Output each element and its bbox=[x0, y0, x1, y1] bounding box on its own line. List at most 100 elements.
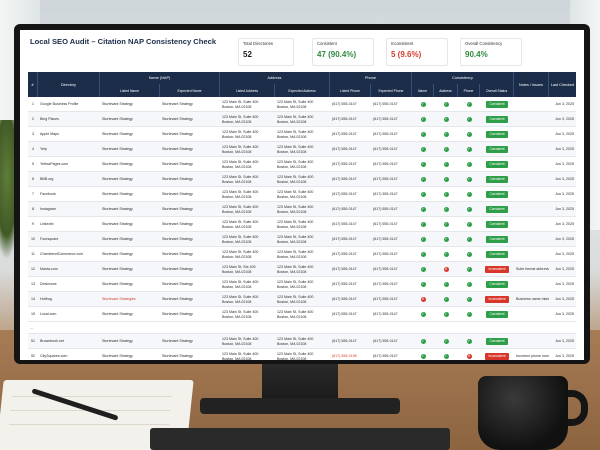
cell-cn: ✓ bbox=[412, 202, 434, 217]
cell-text: Jun 3, 2025 bbox=[555, 297, 574, 302]
cell-ca: ✓ bbox=[434, 202, 458, 217]
header-number[interactable]: # bbox=[28, 72, 38, 97]
cell-text: 123 Main St, Suite 400 Boston, MA 02108 bbox=[222, 190, 259, 199]
cell-lp: (617) 555-0147 bbox=[332, 307, 371, 322]
header-directory[interactable]: Directory bbox=[38, 72, 100, 97]
check-icon: ✓ bbox=[420, 147, 426, 152]
cell-ep: (617) 555-0147 bbox=[373, 172, 412, 187]
cell-dir: Bing Places bbox=[40, 112, 100, 127]
cell-text: (617) 555-0147 bbox=[373, 267, 398, 272]
table-row[interactable]: 11 ChamberofCommerce.com Sturtevant Strate… bbox=[28, 247, 576, 262]
cell-notes: Suite format abbreviated bbox=[516, 262, 549, 277]
check-icon: ✓ bbox=[466, 132, 472, 137]
status-badge: Consistent bbox=[486, 101, 508, 108]
table-row[interactable]: 14 Hotfrog Sturtevant Strategies Sturtevant… bbox=[28, 292, 576, 307]
cell-text: Sturtevant Strategy bbox=[102, 147, 133, 152]
check-icon: ✓ bbox=[420, 177, 426, 182]
cell-text: 123 Main St, Suite 400 Boston, MA 02108 bbox=[222, 220, 259, 229]
header-expected-name[interactable]: Expected Name bbox=[160, 84, 220, 97]
card-label: Overall Consistency bbox=[465, 41, 503, 46]
check-icon: ✓ bbox=[443, 207, 449, 212]
check-icon: ✓ bbox=[443, 354, 449, 359]
cell-la: 123 Main St, Ste 400 Boston, MA 02108 bbox=[222, 262, 275, 277]
table-row[interactable]: 9 LinkedIn Sturtevant Strategy Sturtevant S… bbox=[28, 217, 576, 232]
cell-text: Facebook bbox=[40, 192, 56, 197]
header-overall-status[interactable]: Overall Status bbox=[480, 84, 514, 97]
cell-n: 14 bbox=[28, 292, 38, 307]
check-icon: ✓ bbox=[420, 339, 426, 344]
cell-n: 7 bbox=[28, 187, 38, 202]
cell-ep: (617) 555-0147 bbox=[373, 112, 412, 127]
cell-text: 123 Main St, Suite 400 Boston, MA 02108 bbox=[277, 175, 314, 184]
table-row[interactable]: 6 BBB.org Sturtevant Strategy Sturtevant St… bbox=[28, 172, 576, 187]
cell-lp: (617) 555-0147 bbox=[332, 247, 371, 262]
header-consistency-address[interactable]: Address bbox=[434, 84, 458, 97]
cell-text: LinkedIn bbox=[40, 222, 54, 227]
header-listed-name[interactable]: Listed Name bbox=[100, 84, 160, 97]
table-row[interactable]: 52 CitySquares.com Sturtevant Strategy Stur… bbox=[28, 349, 576, 360]
cell-ep: (617) 555-0147 bbox=[373, 202, 412, 217]
cell-cp: ✓ bbox=[458, 217, 480, 232]
cell-date: Jun 3, 2025 bbox=[549, 232, 574, 247]
status-badge: Inconsistent bbox=[485, 266, 509, 273]
cell-dir: Hotfrog bbox=[40, 292, 100, 307]
check-icon: ✓ bbox=[443, 222, 449, 227]
cell-text: Foursquare bbox=[40, 237, 59, 242]
header-notes[interactable]: Notes / Issues bbox=[514, 72, 549, 97]
cell-text: Incorrect phone number bbox=[516, 354, 549, 359]
table-row[interactable]: 12 Manta.com Sturtevant Strategy Sturtevant… bbox=[28, 262, 576, 277]
cell-la: 123 Main St, Suite 400 Boston, MA 02108 bbox=[222, 334, 275, 349]
cell-text: (617) 555-0147 bbox=[373, 354, 398, 359]
cell-text: 13 bbox=[31, 282, 35, 287]
cell-text: 123 Main St, Suite 400 Boston, MA 02108 bbox=[277, 205, 314, 214]
cell-dir: Foursquare bbox=[40, 232, 100, 247]
table-row[interactable]: 10 Foursquare Sturtevant Strategy Sturtevan… bbox=[28, 232, 576, 247]
cell-st: Consistent bbox=[480, 217, 514, 232]
table-row[interactable]: 3 Apple Maps Sturtevant Strategy Sturtevant… bbox=[28, 127, 576, 142]
table-row[interactable]: 15 Local.com Sturtevant Strategy Sturtevant… bbox=[28, 307, 576, 322]
table-row[interactable]: 5 YellowPages.com Sturtevant Strategy Sturt… bbox=[28, 157, 576, 172]
header-consistency-phone[interactable]: Phone bbox=[458, 84, 480, 97]
cell-text: Sturtevant Strategy bbox=[162, 297, 193, 302]
cell-text: ChamberofCommerce.com bbox=[40, 252, 84, 257]
status-badge: Consistent bbox=[486, 161, 508, 168]
cell-notes: Incorrect phone number bbox=[516, 349, 549, 360]
table-row[interactable]: 7 Facebook Sturtevant Strategy Sturtevant S… bbox=[28, 187, 576, 202]
table-row[interactable]: 8 Instagram Sturtevant Strategy Sturtevant … bbox=[28, 202, 576, 217]
cell-text: 14 bbox=[31, 297, 35, 302]
table-row[interactable]: 13 Dexknows Sturtevant Strategy Sturtevant … bbox=[28, 277, 576, 292]
cell-lp: (617) 555-0147 bbox=[332, 262, 371, 277]
cell-text: (617) 555-0147 bbox=[373, 222, 398, 227]
cell-lp: (617) 555-0147 bbox=[332, 112, 371, 127]
cell-ca: ✓ bbox=[434, 187, 458, 202]
cell-text: 4 bbox=[32, 147, 34, 152]
header-consistency-group: Consistency bbox=[412, 72, 514, 84]
table-row[interactable]: 51 Brownbook.net Sturtevant Strategy Sturte… bbox=[28, 334, 576, 349]
ellipsis: ... bbox=[30, 325, 33, 330]
cell-cp: ✕ bbox=[458, 349, 480, 360]
check-icon: ✓ bbox=[443, 192, 449, 197]
cell-date: Jun 3, 2025 bbox=[549, 277, 574, 292]
cell-cn: ✓ bbox=[412, 112, 434, 127]
cell-notes bbox=[516, 307, 549, 322]
cell-la: 123 Main St, Suite 400 Boston, MA 02108 bbox=[222, 127, 275, 142]
header-name-group: Name (NAP) bbox=[100, 72, 220, 84]
table-row[interactable]: 2 Bing Places Sturtevant Strategy Sturtevan… bbox=[28, 112, 576, 127]
header-consistency-name[interactable]: Name bbox=[412, 84, 434, 97]
table-row[interactable]: 4 Yelp Sturtevant Strategy Sturtevant Strat… bbox=[28, 142, 576, 157]
header-last-checked[interactable]: Last Checked bbox=[549, 72, 576, 97]
cell-ln: Sturtevant Strategies bbox=[102, 292, 160, 307]
cell-cn: ✓ bbox=[412, 307, 434, 322]
header-listed-address[interactable]: Listed Address bbox=[220, 84, 275, 97]
header-expected-phone[interactable]: Expected Phone bbox=[371, 84, 412, 97]
cell-ea: 123 Main St, Suite 400 Boston, MA 02108 bbox=[277, 262, 330, 277]
header-listed-phone[interactable]: Listed Phone bbox=[330, 84, 371, 97]
cell-cn: ✓ bbox=[412, 277, 434, 292]
table-row[interactable]: 1 Google Business Profile Sturtevant Strat… bbox=[28, 97, 576, 112]
cell-la: 123 Main St, Suite 400 Boston, MA 02108 bbox=[222, 202, 275, 217]
cell-notes bbox=[516, 277, 549, 292]
cell-text: Jun 3, 2025 bbox=[555, 147, 574, 152]
cell-text: 6 bbox=[32, 177, 34, 182]
x-icon: ✕ bbox=[443, 267, 449, 272]
header-expected-address[interactable]: Expected Address bbox=[275, 84, 330, 97]
